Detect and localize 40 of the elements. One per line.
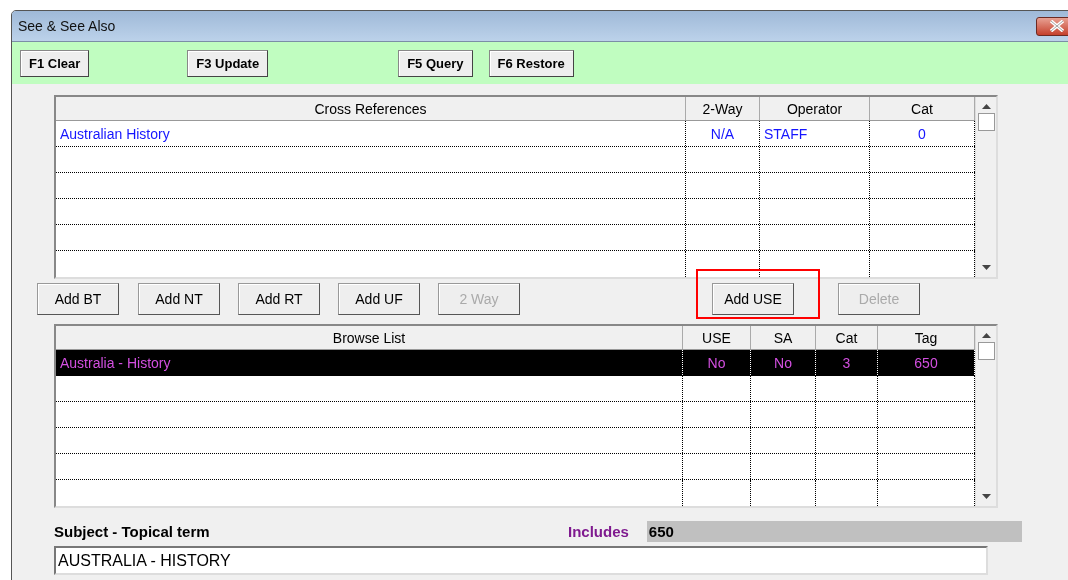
scrollbar[interactable] <box>975 326 996 506</box>
column-header[interactable]: Browse List <box>56 326 683 349</box>
includes-label: Includes <box>568 522 629 540</box>
toolbar-button[interactable]: F6 Restore <box>488 49 574 77</box>
scroll-thumb[interactable] <box>977 113 995 131</box>
includes-value: 650 <box>646 520 1022 542</box>
scrollbar[interactable] <box>975 97 996 277</box>
column-header[interactable]: Cat <box>816 326 878 349</box>
column-header[interactable]: Cross References <box>56 97 686 120</box>
scroll-thumb[interactable] <box>977 342 995 360</box>
action-button[interactable]: Add RT <box>238 283 320 315</box>
close-button[interactable] <box>1036 16 1068 36</box>
table-cell: N/A <box>686 121 760 146</box>
action-button[interactable]: Add UF <box>338 283 420 315</box>
scroll-up-icon[interactable] <box>981 103 991 109</box>
table-cell: STAFF <box>760 121 870 146</box>
field-label: Subject - Topical term <box>54 522 211 540</box>
action-button[interactable]: Add NT <box>138 283 220 315</box>
scroll-down-icon[interactable] <box>981 494 991 500</box>
table-row[interactable]: Australia - History No No 3 650 <box>56 350 975 376</box>
toolbar-button[interactable]: F1 Clear <box>20 49 90 77</box>
table-cell: No <box>751 350 816 375</box>
close-icon <box>1049 20 1065 32</box>
subject-field[interactable]: AUSTRALIA - HISTORY <box>54 546 988 575</box>
table-row[interactable]: Australian History N/A STAFF 0 <box>56 121 975 147</box>
column-header[interactable]: SA <box>751 326 816 349</box>
action-button[interactable]: Add BT <box>37 283 119 315</box>
table-cell: No <box>683 350 751 375</box>
column-header[interactable]: Operator <box>760 97 870 120</box>
toolbar-button[interactable]: F5 Query <box>398 49 473 77</box>
table-cell: 3 <box>816 350 878 375</box>
column-header[interactable]: 2-Way <box>686 97 760 120</box>
table-cell: Australian History <box>56 121 686 146</box>
column-header[interactable]: USE <box>683 326 751 349</box>
action-button[interactable]: Add USE <box>712 283 794 315</box>
table-cell: Australia - History <box>56 350 683 375</box>
scroll-up-icon[interactable] <box>981 332 991 338</box>
toolbar-button[interactable]: F3 Update <box>187 49 269 77</box>
scroll-down-icon[interactable] <box>981 265 991 271</box>
window-title: See & See Also <box>18 18 116 34</box>
